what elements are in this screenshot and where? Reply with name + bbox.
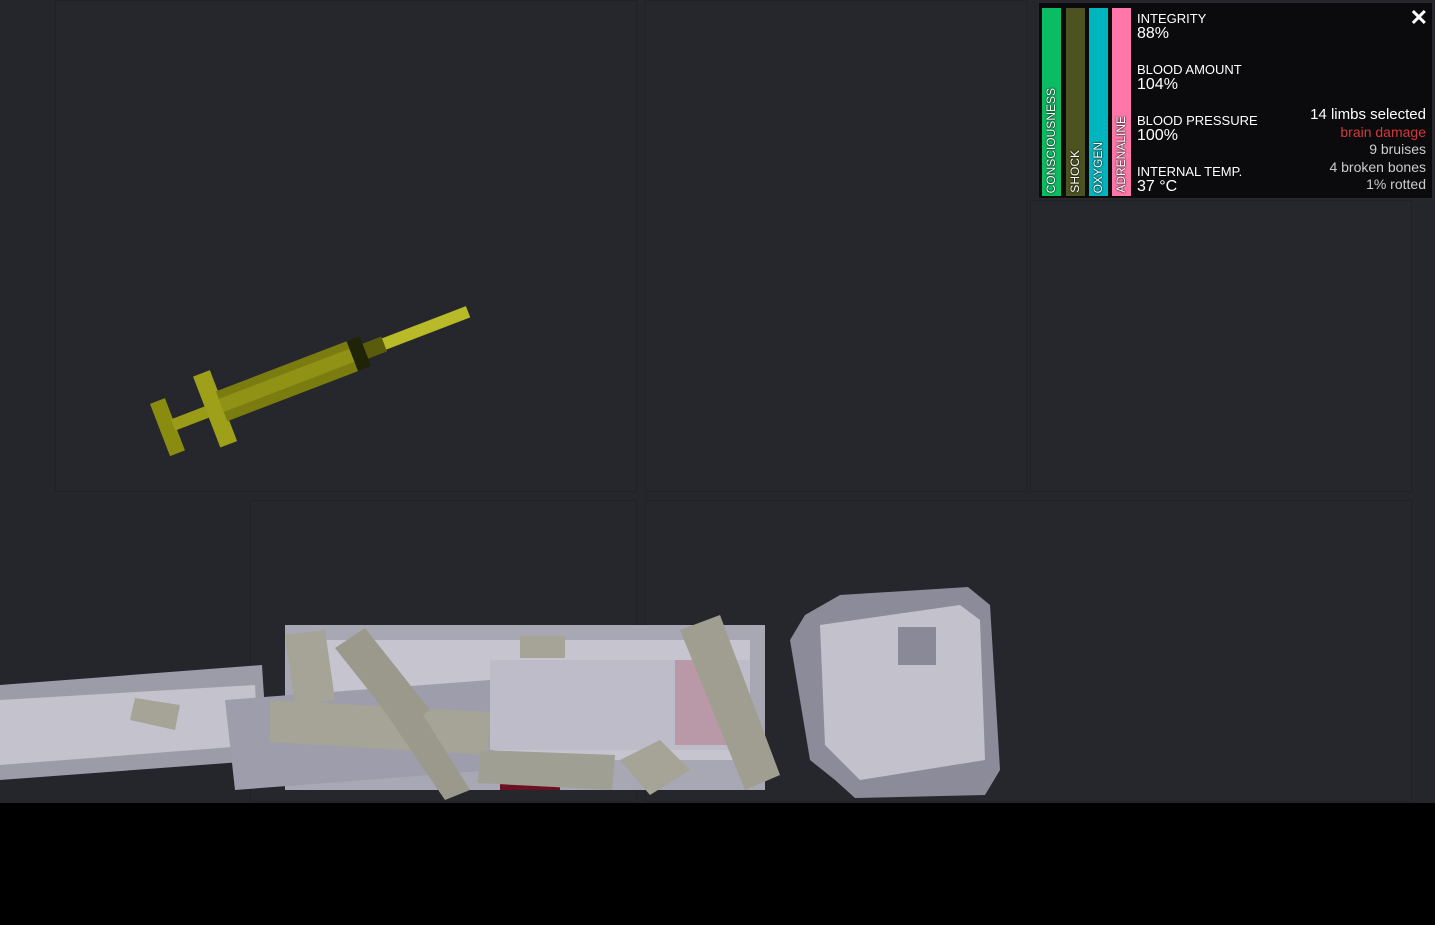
syringe[interactable] [146,276,481,465]
shock-label: SHOCK [1068,150,1082,193]
close-icon[interactable]: ✕ [1410,5,1428,31]
stat-label: BLOOD PRESSURE [1137,113,1258,128]
broken-bones-count: 4 broken bones [1329,158,1426,175]
rotted-percent: 1% rotted [1366,176,1426,192]
oxygen-bar: OXYGEN [1089,8,1108,196]
limbs-selected: 14 limbs selected [1310,106,1426,123]
stat-label: BLOOD AMOUNT [1137,62,1242,77]
stat-value: 37 °C [1137,178,1178,195]
adrenaline-bar: ADRENALINE [1112,8,1131,196]
oxygen-label: OXYGEN [1091,141,1105,193]
stat-value: 88% [1137,25,1170,42]
consciousness-bar: CONSCIOUSNESS [1042,8,1061,196]
injury-summary: 14 limbs selected brain damage 9 bruises… [1310,106,1426,194]
bruises-count: 9 bruises [1369,141,1426,157]
stat-value: 104% [1137,76,1178,93]
stat-blood-amount: BLOOD AMOUNT 104% [1137,62,1242,94]
stat-label: INTERNAL TEMP. [1137,164,1243,179]
stat-label: INTEGRITY [1137,11,1207,26]
shock-bar: SHOCK [1066,8,1085,196]
stat-internal-temp: INTERNAL TEMP. 37 °C [1137,164,1242,196]
limb-status-panel: CONSCIOUSNESS SHOCK OXYGEN ADRENALINE IN… [1038,2,1433,199]
adrenaline-label: ADRENALINE [1114,116,1128,193]
ground [0,803,1435,925]
stat-blood-pressure: BLOOD PRESSURE 100% [1137,113,1258,145]
ragdoll-body[interactable] [0,587,1000,800]
consciousness-label: CONSCIOUSNESS [1044,87,1058,193]
brain-damage: brain damage [1340,123,1426,140]
stat-integrity: INTEGRITY 88% [1137,11,1206,43]
stat-value: 100% [1137,127,1178,144]
